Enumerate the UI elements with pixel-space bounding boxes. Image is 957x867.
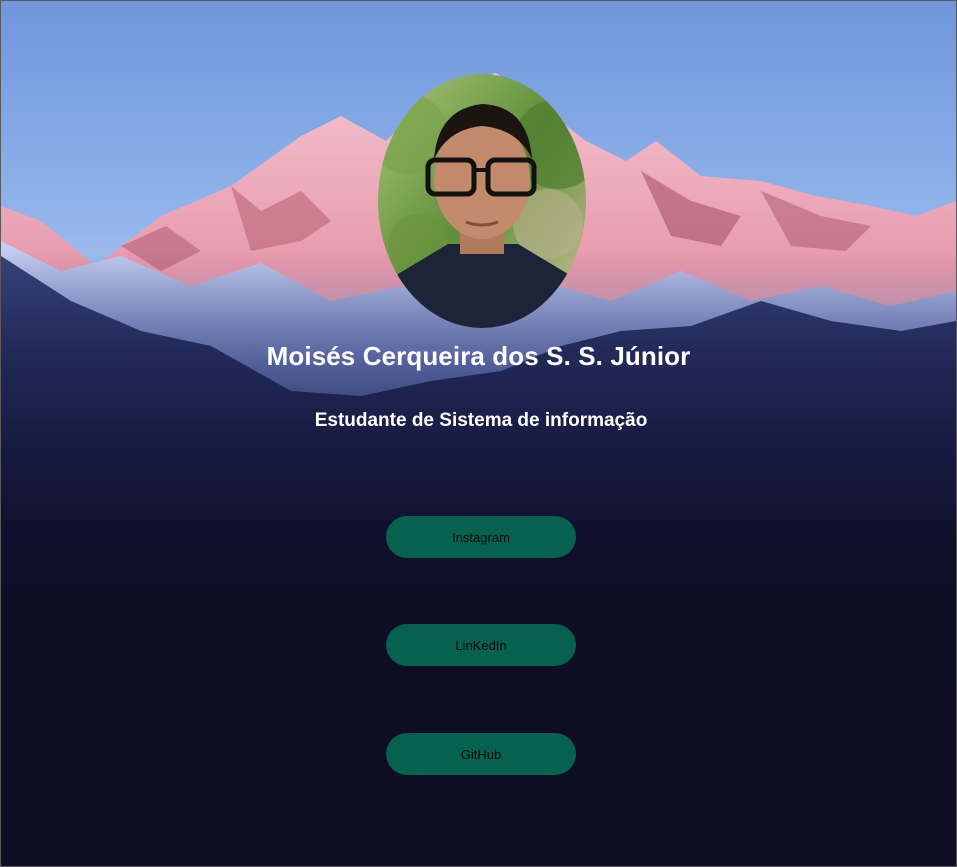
instagram-link-button[interactable]: Instagram [386, 516, 576, 558]
profile-subtitle: Estudante de Sistema de informação [314, 410, 648, 431]
linkedin-link-button[interactable]: LinKedIn [386, 624, 576, 666]
page: Moisés Cerqueira dos S. S. Júnior Estuda… [0, 0, 957, 867]
github-link-button[interactable]: GitHub [386, 733, 576, 775]
profile-avatar [378, 74, 586, 328]
profile-card: Moisés Cerqueira dos S. S. Júnior Estuda… [1, 1, 956, 866]
profile-name: Moisés Cerqueira dos S. S. Júnior [266, 341, 691, 371]
